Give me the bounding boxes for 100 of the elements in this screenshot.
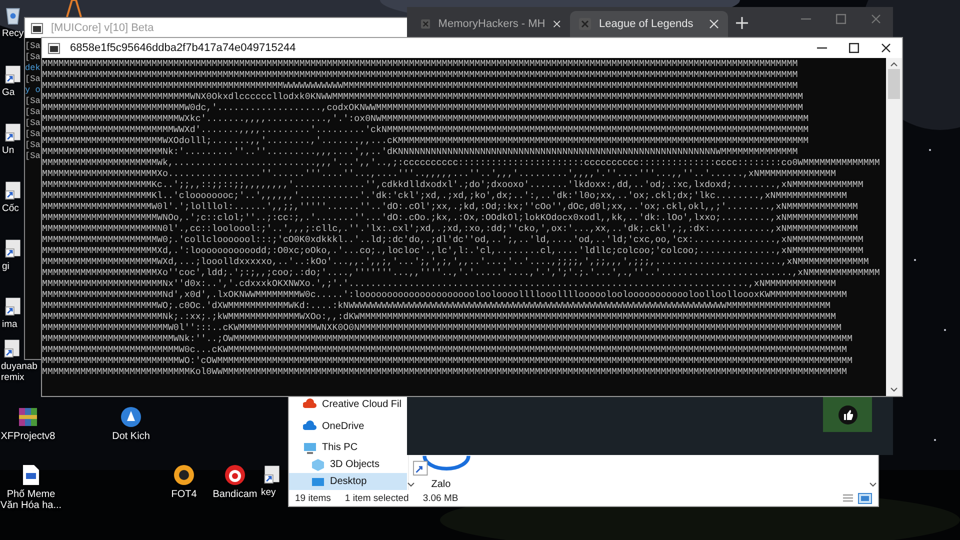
ascii-art-line: MMMMMMMMMMMMMMMMMMMMMMNx''d0x:..','.cdxxxkOKXNWXo.',;'.'.........................................................................,xNMMMMMMMMMMMMM (42, 278, 838, 289)
ascii-art-line: MMMMMMMMMMMMMMMMMMMMMMMMMW0c...cKWMMMMMMMMMMMMMMMMMMMMMMMMMMMMMMMMMMMMMMMMMMMMMMMMMMMMMMMMMMMMMMMMMMMMMMMMMMMMMMMMMMMMMMMMMMMMMMMMMMMMMMMMMMMMMMMMM (42, 344, 848, 355)
console-line: [Sa (25, 74, 40, 85)
ascii-art-line: MMMMMMMMMMMMMMMMMMMMMWXd,...;looolldxxxxxo,..'..:kOo'...,,.',,;,'...';,',;,',,..'....'..'....,;;;;,',;;,,,',;;;,.......................,xNMMMMMMMMMMMMM (42, 256, 870, 267)
document-icon[interactable] (22, 464, 40, 486)
ascii-art-line: MMMMMMMMMMMMMMMMMMMMMWNOo,.';c::clol;''..;:cc:;,.'.......''...'dO:.cOo.;kx,.:Ox,:OOdkOl;lokKOdocx0xodl,,kk,..'dk:.lOo',lxxo;.........,xNMMMMMMMMMMMMM (42, 212, 859, 223)
maximize-icon[interactable] (849, 43, 859, 53)
ascii-art-line: MMMMMMMMMMMMMMMMMMMMKl..'cloooooooc;'..',,,,,,'...........'.'dk:'ckl';xd,.;xd,;ko',dx;..':,..'dk:'l0o;xx,..'ox;.ckl;dx;'lkc........,xNMMMMMMMMMMMMM (42, 190, 848, 201)
close-icon[interactable] (881, 43, 891, 53)
ascii-art-line: MMMMMMMMMMMMMMMMMMMMMXo''coc',ldd;.';:;,,;coo;.:do;'....,'''''''...,,''''..,'.'.....'....,'.',';'.;.'...',.,''..'........................,xNMMMMMMMMMMMMM (42, 267, 881, 278)
window-title: [MUICore] v[10] Beta (51, 22, 154, 34)
ascii-art-line: MMMMMMMMMMMMMMMMMMMMMMMMMWXkc'.......,,,,...........,'.':ox0NWMMMMMMMMMMMMMMMMMMMMMMMMMMMMMMMMMMMMMMMMMMMMMMMMMMMMMMMMMMMMMMMMMMMMMMMMMMMMMM (42, 113, 810, 124)
ascii-art-line: MMMMMMMMMMMMMMMMMMMMMMMMWWXd'.......,,,,.........'.........'ckNMMMMMMMMMMMMMMMMMMMMMMMMMMMMMMMMMMMMMMMMMMMMMMMMMMMMMMMMMMMMMMMMMMMMMMMMMMMMM (42, 124, 810, 135)
nav-item[interactable]: Creative Cloud Fil (289, 396, 408, 413)
ascii-art-line: MMMMMMMMMMMMMMMMMMMMMMMMMMMMMMMMMMMMMMMMMMMMMMMMMMMMMMMMMMMMMMMMMMMMMMMMMMMMMMMMMMMMMMMMMMMMMMMMMMMMMMMMMMMMMMMMMMMMMMMMMMMMMMMMMMMMMMMMMM (42, 69, 799, 80)
console-line: [Sa (25, 41, 40, 52)
globe-icon[interactable] (120, 406, 142, 428)
ascii-art-line: MMMMMMMMMMMMMMMMMMMMMMWXOdolll;.......,,'........,'.......,,...cKMMMMMMMMMMMMMMMMMMMMMMMMMMMMMMMMMMMMMMMMMMMMMMMMMMMMMMMMMMMMMMMMMMMMMMMMMMM (42, 135, 810, 146)
browser-tab[interactable]: League of Legends (570, 11, 728, 37)
scroll-thumb[interactable] (888, 69, 900, 99)
ascii-art-line: MMMMMMMMMMMMMMMMMMMMMWk,..........................,,,'...',,'..,;:cccccccccc:::::::::::::::::::::::cccccccccc::::::::::::::cccc::::::::co0WMMMMMMMMMMMMMM (42, 157, 881, 168)
ascii-art-line: MMMMMMMMMMMMMMMMMMMMMXo.................''......'''....''...,....'''..,,,,,...''..',,,'.........',,,,'.''....'''...,,''..'......,xNMMMMMMMMMMMMMM (42, 168, 838, 179)
scroll-down-icon[interactable] (407, 482, 416, 488)
tab-title: MemoryHackers - MH (438, 18, 546, 30)
ascii-art-line: MMMMMMMMMMMMMMMMMMMMMXd,.':looooooooooodd;:O0xc;oOko,.'...co;.,locloc'.,lc',l:.'cl,........cl,....'ldllc;colcoo;'colcoo;..............,xNMMMMMMMMMMMMM (42, 245, 864, 256)
icon-label[interactable]: duyanab remix (1, 361, 39, 383)
icon-label[interactable]: Ga (2, 87, 15, 98)
console-line: dek (25, 63, 40, 74)
recycle-bin-icon[interactable] (3, 5, 23, 25)
ascii-art-line: MMMMMMMMMMMMMMMMMMMMMN0l'.,cc::looloool:;'..',,,;:cllc,.''.'lx:.cxl';xd,.;xd,:xo,:dd;''cko,',ox:'...,xx,..'dk;.ckl',;,:dx:...........,xNMMMMMMMMMMMMM (42, 223, 859, 234)
shortcut-icon[interactable] (3, 64, 23, 84)
ascii-art-line: MMMMMMMMMMMMMMMMMMMMMW0;.'collclooooool:::;'cO0K0xdkkkl..'..ld;:dc'do,.;dl'dc''od,..';,..'ld,....'od,..'ld;'cxc,oo,'cx:...............,xNMMMMMMMMMMMMM (42, 234, 864, 245)
tab-favicon-icon (421, 18, 430, 30)
browser-tab[interactable]: MemoryHackers - MH (412, 11, 570, 37)
item-count: 19 items (295, 492, 331, 504)
ascii-art-line: MMMMMMMMMMMMMMMMMMMMMMMMMMW0dc,'...................,codxOKNWWMMMMMMMMMMMMMMMMMMMMMMMMMMMMMMMMMMMMMMMMMMMMMMMMMMMMMMMMMMMMMMMMMMMMMMMMMMMMMM (42, 102, 804, 113)
shortcut-icon[interactable] (262, 464, 282, 484)
logo-icon[interactable] (173, 464, 195, 486)
ascii-art-line: MMMMMMMMMMMMMMMMMMMMKc..';;,,::;;::;;,,,,,,,,'.............'',cdkkdlldxodxl'.;do';dxooxo'.......'lkdoxx:,dd,..'od;.:xc,lxdoxd;........,xNMMMMMMMMMMMMM (42, 179, 864, 190)
monitor-icon (311, 476, 325, 488)
nav-item[interactable]: 3D Objects (289, 456, 408, 474)
console-line: y o (25, 85, 40, 96)
console-line: [Sa (25, 140, 40, 151)
console-icon (31, 22, 43, 34)
shortcut-icon[interactable] (3, 180, 23, 200)
icon-label[interactable]: Dot Kich (112, 431, 150, 442)
ascii-art-line: MMMMMMMMMMMMMMMMMMMMMMMMMMMWNX0Okxdlccccccllodxk0KNWWMMMMMMMMMMMMMMMMMMMMMMMMMMMMMMMMMMMMMMMMMMMMMMMMMMMMMMMMMMMMMMMMMMMMMMMMMMMMMMMMMMMMMM (42, 91, 804, 102)
icon-label[interactable]: XFProjectv8 (0, 431, 56, 442)
file-name[interactable]: Zalo (431, 479, 451, 490)
icon-label[interactable]: Cốc (2, 203, 19, 214)
ascii-art-line: MMMMMMMMMMMMMMMMMMMMMMMMWNk:''..;OWMMMMMMMMMMMMMMMMMMMMMMMMMMMMMMMMMMMMMMMMMMMMMMMMMMMMMMMMMMMMMMMMMMMMMMMMMMMMMMMMMMMMMMMMMMMMMMMMMMMMMMMMMMMMMMMMM (42, 333, 854, 344)
shortcut-icon[interactable] (3, 296, 23, 316)
shortcut-icon[interactable] (2, 338, 22, 358)
icon-label[interactable]: ima (2, 319, 18, 330)
icon-label[interactable]: Un (2, 145, 14, 156)
record-icon[interactable] (224, 464, 246, 486)
computer-icon (303, 442, 317, 454)
console-line: [Sa (25, 129, 40, 140)
cloud-icon (303, 420, 317, 432)
ascii-art-line: MMMMMMMMMMMMMMMMMMMMMMNk;.:xx;.;kWMMMMMMMMMMMMMWXOo:,,:dKWMMMMMMMMMMMMMMMMMMMMMMMMMMMMMMMMMMMMMMMMMMMMMMMMMMMMMMMMMMMMMMMMMMMMMMMMMMMMMMMMMMMMMMM (42, 311, 838, 322)
ascii-art-line: MMMMMMMMMMMMMMMMMMMMMWO;.c0Oc.'dXWMMMMMMMMMMMWKd:....:kNWWWWWWWWWWWWWWWWWWWWWWWWWWWWWWWWWWWWWWWWWWWWWWWWWWWWWWWWWWWWWWWWWWWWWMMMMMMMMMMMMMMMMMMM (42, 300, 832, 311)
selection-status: 1 item selected (344, 492, 409, 504)
scrollbar[interactable] (886, 58, 902, 396)
console-line: [Sa (25, 118, 40, 129)
ascii-art-line: MMMMMMMMMMMMMMMMMMMMMMMW0l'':::..cKWMMMMMMMMMMMMMMWNXK0O0NMMMMMMMMMMMMMMMMMMMMMMMMMMMMMMMMMMMMMMMMMMMMMMMMMMMMMMMMMMMMMMMMMMMMMMMMMMMMMMMMMMMMMMMM (42, 322, 842, 333)
nav-item[interactable]: This PC (289, 440, 408, 456)
thumbs-up-icon (838, 404, 858, 424)
icon-label[interactable]: FOT4 (171, 489, 197, 500)
icon-label[interactable]: Recy (2, 28, 24, 39)
icon-label[interactable]: key (261, 487, 276, 498)
selection-size: 3.06 MB (422, 492, 458, 504)
console-line: [Sa (25, 151, 40, 162)
nav-item[interactable]: OneDrive (289, 418, 408, 435)
icon-label[interactable]: Bandicam (212, 489, 258, 500)
details-view-icon[interactable] (841, 492, 855, 504)
shortcut-icon[interactable] (3, 122, 23, 142)
ascii-art-line: MMMMMMMMMMMMMMMMMMMMW0l'.';lolllol:......',,;;,'''''......''..'dO:.cOl';xx,.;kd,:Od;:kx;''cOo'',dOc,d0l;xx,..'ox;.ckl,okl,,;'........,xNMMMMMMMMMMMMM (42, 201, 859, 212)
ascii-art-line: MMMMMMMMMMMMMMMMMMMMMMMMMMMMMMMMMMMMMMMMMMMMWWWWWWWWWWWMMMMMMMMMMMMMMMMMMMMMMMMMMMMMMMMMMMMMMMMMMMMMMMMMMMMMMMMMMMMMMMMMMMMMMMMMMMMMMMMMMM (42, 80, 799, 91)
scroll-down-icon[interactable] (869, 482, 877, 488)
scroll-down-icon[interactable] (890, 387, 898, 393)
ascii-art-line: MMMMMMMMMMMMMMMMMMMMMMMMMWO:'cOWMMMMMMMMMMMMMMMMMMMMMMMMMMMMMMMMMMMMMMMMMMMMMMMMMMMMMMMMMMMMMMMMMMMMMMMMMMMMMMMMMMMMMMMMMMMMMMMMMMMMMMMMMMMMMMMMMMMM (42, 355, 854, 366)
scroll-up-icon[interactable] (890, 61, 898, 67)
console-line: [Sa (25, 52, 40, 63)
ascii-art-line: MMMMMMMMMMMMMMMMMMMMMMNd',x0d',.lxOKNWWMMMMMMMMW0c.....':looooooooooooooooooooolooloooollllooollllooooolooloooooooooooloolloolloooxKWMMMMMMMMMMMMMM (42, 289, 848, 300)
icon-label[interactable]: gi (2, 261, 10, 272)
app-icon[interactable] (63, 0, 85, 18)
ascii-art-line: MMMMMMMMMMMMMMMMMMMMMMNk:'.........''..''.........,,,....',,..'dKNNNNNNNNNNNNNNNNNNNNNNNNNNNNNNNNNNNNNNNNNNNNNNNNNNNNNNNNNNWMMMMMMMMMMMMMM (42, 146, 799, 157)
nav-item[interactable]: Desktop (289, 473, 408, 490)
like-button[interactable] (823, 397, 872, 432)
ascii-art-line: MMMMMMMMMMMMMMMMMMMMMMMMMMMMMMMMMMMMMMMMMMMMMMMMMMMMMMMMMMMMMMMMMMMMMMMMMMMMMMMMMMMMMMMMMMMMMMMMMMMMMMMMMMMMMMMMMMMMMMMMMMMMMMMMMMMMMMMMMM (42, 58, 799, 69)
console-line: [Sa (25, 96, 40, 107)
tab-favicon-icon (579, 18, 591, 30)
new-tab-icon[interactable] (736, 17, 748, 29)
icon-label[interactable]: Phố Meme Văn Hóa ha... (0, 489, 62, 511)
tiles-view-icon[interactable] (858, 492, 872, 504)
shortcut-icon[interactable] (3, 238, 23, 258)
tab-title: League of Legends (599, 18, 694, 30)
console-line: [Sa (25, 107, 40, 118)
archive-icon[interactable] (17, 406, 39, 428)
cloud-icon (303, 398, 317, 410)
